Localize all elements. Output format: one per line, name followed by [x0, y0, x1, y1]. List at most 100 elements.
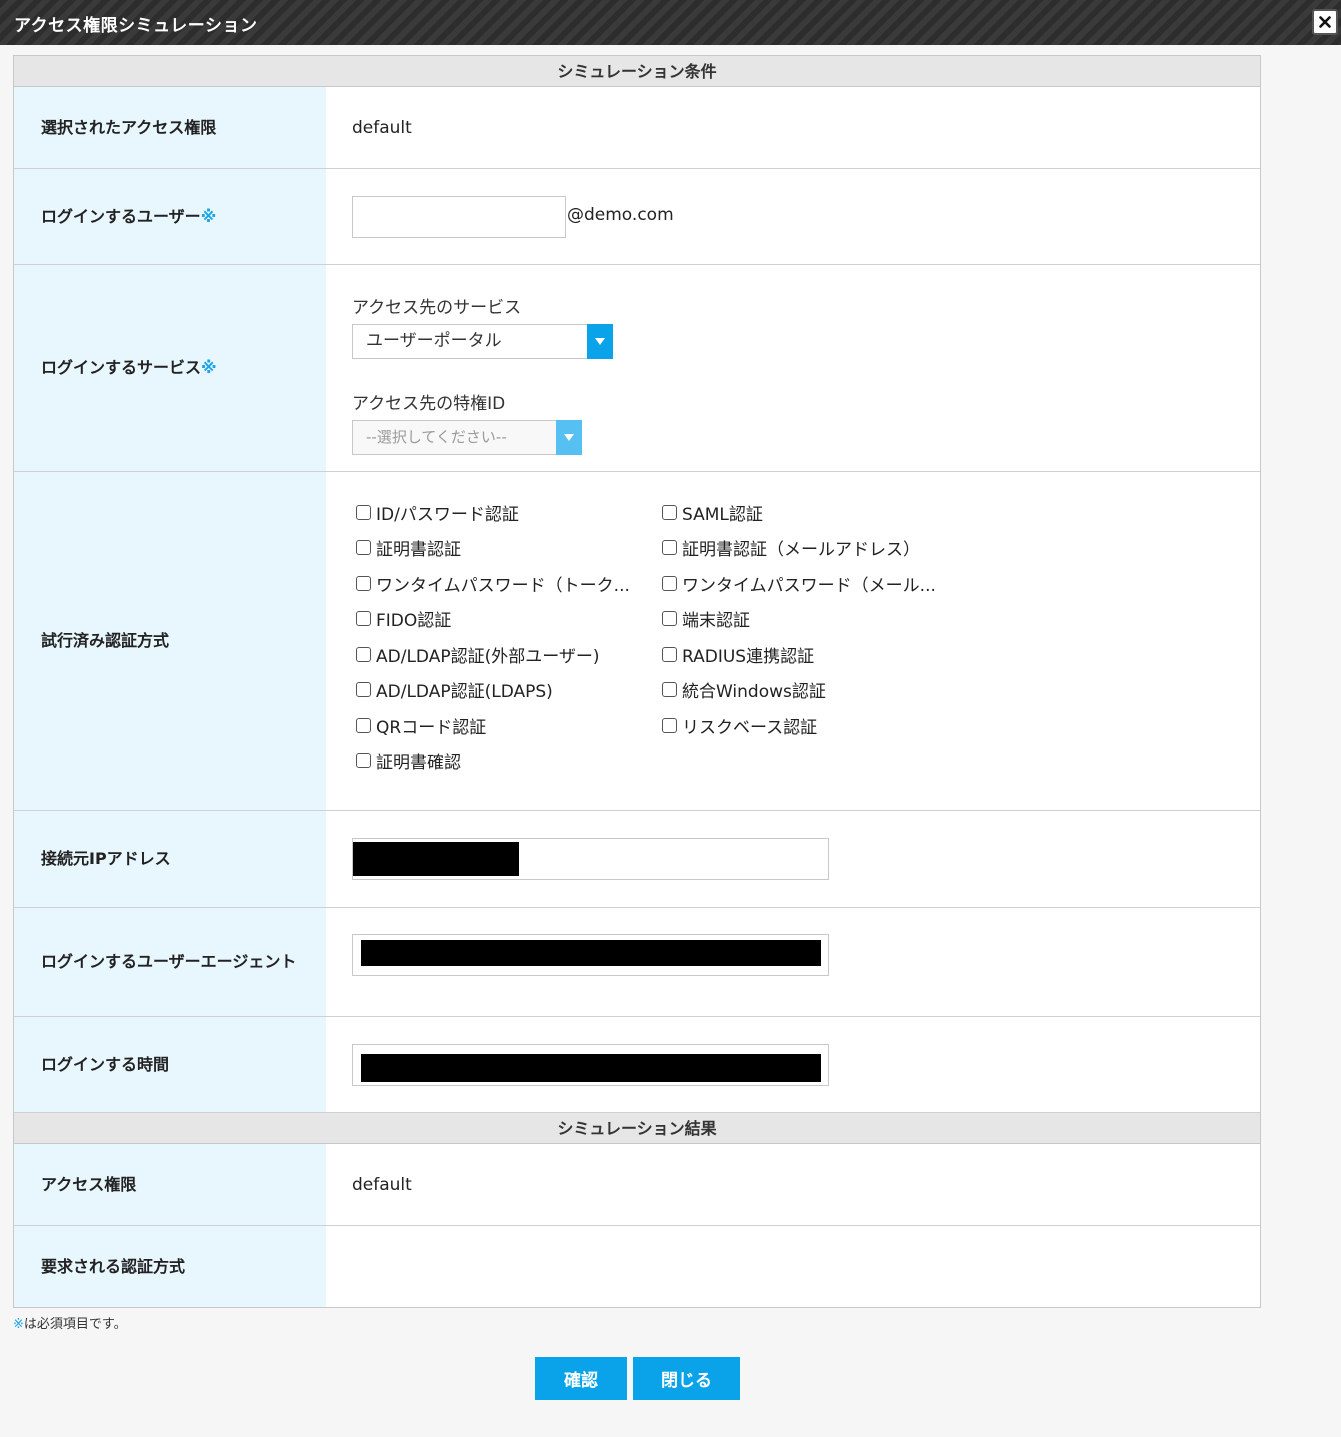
auth-method-option[interactable]: AD/LDAP認証(外部ユーザー) [351, 641, 657, 668]
redacted-block [361, 940, 821, 966]
checkbox[interactable] [356, 646, 371, 662]
checkbox[interactable] [662, 646, 677, 662]
auth-method-option[interactable]: 端末認証 [657, 606, 957, 633]
results-header: シミュレーション結果 [14, 1113, 1260, 1144]
auth-method-label: ワンタイムパスワード（メール... [682, 575, 936, 596]
footnote-text: は必須項目です。 [23, 1317, 127, 1332]
auth-method-label: ワンタイムパスワード（トーク... [376, 575, 630, 596]
login-service-fields: アクセス先のサービス ユーザーポータル アクセス先の特権ID --選択してくださ… [326, 265, 1260, 471]
close-window-button[interactable] [1312, 9, 1338, 35]
checkbox[interactable] [356, 717, 371, 733]
auth-method-label: RADIUS連携認証 [682, 646, 815, 667]
auth-method-label: 証明書確認 [376, 753, 461, 774]
required-mark: ※ [200, 206, 217, 226]
auth-method-option[interactable]: リスクベース認証 [657, 712, 957, 739]
service-label: アクセス先のサービス [352, 298, 522, 318]
checkbox[interactable] [356, 504, 371, 520]
privilege-label: アクセス先の特権ID [352, 394, 506, 414]
checkbox[interactable] [662, 611, 677, 627]
row-user-agent: ログインするユーザーエージェント [14, 908, 1260, 1017]
auth-method-option[interactable]: FIDO認証 [351, 606, 657, 633]
auth-methods-checkbox-grid: ID/パスワード認証 SAML認証証明書認証 証明書認証（メールアドレス） ワンタイム… [351, 499, 957, 774]
login-user-label: ログインするユーザー ※ [14, 169, 326, 264]
user-agent-field [326, 908, 1260, 1016]
auth-method-option[interactable]: 証明書認証（メールアドレス） [657, 535, 957, 562]
required-auth-label: 要求される認証方式 [14, 1226, 326, 1307]
row-required-auth: 要求される認証方式 [14, 1226, 1260, 1307]
checkbox[interactable] [356, 611, 371, 627]
auth-method-option[interactable]: QRコード認証 [351, 712, 657, 739]
window-title: アクセス権限シミュレーション [14, 16, 258, 36]
result-access-value: default [352, 1174, 412, 1195]
row-source-ip: 接続元IPアドレス [14, 811, 1260, 908]
chevron-down-icon[interactable] [587, 324, 613, 359]
close-icon [1319, 16, 1331, 28]
checkbox[interactable] [662, 717, 677, 733]
login-service-label: ログインするサービス ※ [14, 265, 326, 471]
service-select[interactable]: ユーザーポータル [352, 324, 613, 359]
auth-method-label: FIDO認証 [376, 611, 452, 632]
confirm-button[interactable]: 確認 [535, 1357, 627, 1400]
chevron-down-icon[interactable] [556, 420, 582, 455]
checkbox[interactable] [662, 682, 677, 698]
login-time-field [326, 1017, 1260, 1112]
login-service-label-text: ログインするサービス [41, 358, 202, 377]
checkbox[interactable] [356, 540, 371, 556]
source-ip-field [326, 811, 1260, 907]
required-mark: ※ [13, 1317, 24, 1332]
source-ip-input[interactable] [352, 838, 829, 880]
close-button[interactable]: 閉じる [633, 1357, 740, 1400]
auth-method-label: 統合Windows認証 [682, 682, 826, 703]
auth-method-option[interactable]: RADIUS連携認証 [657, 641, 957, 668]
checkbox[interactable] [662, 540, 677, 556]
login-time-label: ログインする時間 [14, 1017, 326, 1112]
checkbox[interactable] [356, 575, 371, 591]
privilege-select[interactable]: --選択してください-- [352, 420, 582, 455]
auth-method-option[interactable]: AD/LDAP認証(LDAPS) [351, 677, 657, 704]
auth-method-label: 証明書認証 [376, 540, 461, 561]
redacted-block [361, 1053, 821, 1082]
required-footnote: ※は必須項目です。 [13, 1313, 127, 1332]
privilege-placeholder: --選択してください-- [366, 428, 507, 446]
auth-methods-options: ID/パスワード認証 SAML認証証明書認証 証明書認証（メールアドレス） ワンタイム… [326, 472, 1260, 810]
domain-suffix: @demo.com [567, 204, 674, 225]
result-access-label: アクセス権限 [14, 1144, 326, 1225]
selected-access-label: 選択されたアクセス権限 [14, 87, 326, 168]
auth-method-option[interactable]: ID/パスワード認証 [351, 499, 657, 526]
login-user-input[interactable] [352, 195, 566, 238]
row-result-access: アクセス権限 default [14, 1144, 1260, 1226]
auth-method-label: AD/LDAP認証(LDAPS) [376, 682, 553, 703]
source-ip-label: 接続元IPアドレス [14, 811, 326, 907]
auth-method-option[interactable]: 証明書認証 [351, 535, 657, 562]
checkbox[interactable] [356, 753, 371, 769]
auth-method-label: AD/LDAP認証(外部ユーザー) [376, 646, 600, 667]
simulation-panel: シミュレーション条件 選択されたアクセス権限 default ログインするユーザ… [13, 55, 1261, 1308]
required-mark: ※ [201, 358, 217, 377]
user-agent-label: ログインするユーザーエージェント [14, 908, 326, 1016]
auth-method-label: SAML認証 [682, 504, 763, 525]
user-agent-input[interactable] [352, 934, 829, 976]
auth-method-option[interactable]: SAML認証 [657, 499, 957, 526]
login-time-input[interactable] [352, 1043, 829, 1086]
auth-method-label: 証明書認証（メールアドレス） [682, 540, 920, 561]
row-login-time: ログインする時間 [14, 1017, 1260, 1113]
login-user-label-text: ログインするユーザー [41, 206, 201, 226]
checkbox[interactable] [662, 575, 677, 591]
checkbox[interactable] [356, 682, 371, 698]
service-selected-value: ユーザーポータル [366, 331, 502, 351]
row-login-service: ログインするサービス ※ アクセス先のサービス ユーザーポータル アクセス先の特権… [14, 265, 1260, 472]
row-selected-access: 選択されたアクセス権限 default [14, 87, 1260, 169]
checkbox[interactable] [662, 504, 677, 520]
conditions-header: シミュレーション条件 [14, 56, 1260, 87]
required-auth-value [326, 1226, 1260, 1307]
title-bar: アクセス権限シミュレーション [0, 0, 1341, 45]
auth-methods-label: 試行済み認証方式 [14, 472, 326, 810]
auth-method-label: リスクベース認証 [682, 717, 818, 738]
auth-method-option[interactable]: 統合Windows認証 [657, 677, 957, 704]
auth-method-label: QRコード認証 [376, 717, 487, 738]
redacted-block [353, 842, 519, 876]
auth-method-option[interactable]: 証明書確認 [351, 748, 657, 775]
auth-method-option[interactable]: ワンタイムパスワード（メール... [657, 570, 957, 597]
row-auth-methods: 試行済み認証方式 ID/パスワード認証 SAML認証証明書認証 証明書認証（メールア… [14, 472, 1260, 811]
auth-method-option[interactable]: ワンタイムパスワード（トーク... [351, 570, 657, 597]
